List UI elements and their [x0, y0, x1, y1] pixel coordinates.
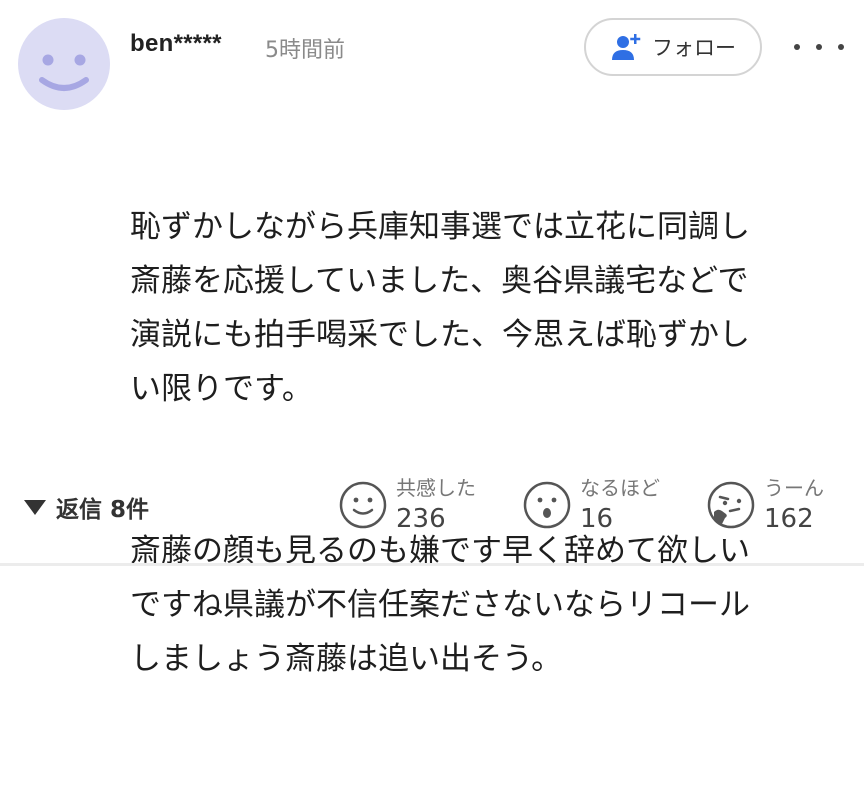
user-avatar-icon — [39, 54, 89, 91]
divider — [0, 563, 864, 566]
reaction-count: 236 — [396, 504, 446, 534]
surprised-face-icon — [522, 480, 572, 530]
reaction-count: 162 — [764, 504, 814, 534]
comment-paragraph: 斎藤の顔も見るのも嫌です早く辞めて欲しい ですね県議が不信任案ださないならリコー… — [130, 533, 750, 677]
comment-body: 恥ずかしながら兵庫知事選では立花に同調し 斎藤を応援していました、奥谷県議宅など… — [130, 92, 850, 794]
reaction-insight-button[interactable]: なるほど 16 — [522, 474, 660, 536]
reaction-hmm-button[interactable]: うーん 162 — [706, 474, 824, 536]
reaction-empathy-button[interactable]: 共感した 236 — [338, 474, 476, 536]
triangle-down-icon — [22, 497, 48, 517]
username[interactable]: ben***** — [130, 30, 222, 58]
replies-toggle[interactable]: 返信 8件 — [22, 490, 149, 524]
reaction-label: なるほど — [580, 476, 660, 500]
thinking-face-icon — [706, 480, 756, 530]
follow-button[interactable]: フォロー — [584, 18, 762, 76]
comment-paragraph: 恥ずかしながら兵庫知事選では立花に同調し 斎藤を応援していました、奥谷県議宅など… — [130, 209, 750, 407]
follow-button-label: フォロー — [652, 36, 736, 60]
avatar[interactable] — [18, 18, 110, 110]
reaction-label: 共感した — [396, 476, 476, 500]
replies-label: 返信 8件 — [56, 497, 150, 523]
add-user-icon — [610, 32, 642, 62]
reaction-count: 16 — [580, 504, 614, 534]
smile-face-icon — [338, 480, 388, 530]
reaction-label: うーん — [764, 476, 824, 500]
more-options-icon[interactable] — [794, 30, 844, 64]
post-time: 5時間前 — [265, 38, 345, 63]
